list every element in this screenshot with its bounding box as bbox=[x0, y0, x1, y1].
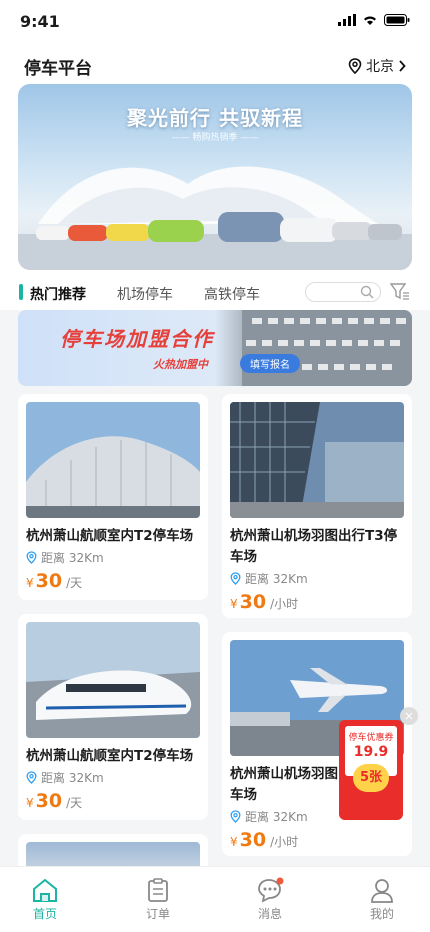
parking-photo bbox=[26, 402, 200, 518]
banner-cars-image bbox=[18, 166, 412, 270]
city-selector[interactable]: 北京 bbox=[348, 56, 406, 76]
user-icon bbox=[371, 879, 393, 903]
parking-price: ¥30/小时 bbox=[230, 591, 299, 613]
tab-home[interactable]: 首页 bbox=[15, 877, 75, 922]
parking-name: 杭州萧山航顺室内T2停车场 bbox=[26, 528, 194, 544]
tab-orders[interactable]: 订单 bbox=[128, 877, 188, 922]
chevron-right-icon bbox=[399, 60, 406, 72]
parking-price: ¥30/天 bbox=[26, 570, 83, 592]
status-time: 9:41 bbox=[20, 12, 60, 31]
coupon-count-badge: 5张 bbox=[353, 764, 389, 792]
signal-icon bbox=[338, 14, 356, 26]
message-icon bbox=[258, 877, 284, 903]
app-header: 停车平台 北京 bbox=[0, 44, 430, 86]
search-icon bbox=[360, 285, 374, 299]
coupon-amount: 19.9 bbox=[353, 744, 389, 760]
hero-banner[interactable]: 聚光前行 共驭新程 —— 畅购热销季 —— bbox=[18, 84, 412, 270]
parking-distance: 距离 32Km bbox=[26, 549, 200, 566]
search-input[interactable] bbox=[305, 282, 381, 302]
parking-name: 杭州萧山航顺室内T2停车场 bbox=[26, 748, 194, 764]
coupon-title: 停车优惠券 bbox=[348, 733, 394, 743]
parking-name: 杭州萧山机场羽图出行T3停车场 bbox=[230, 528, 398, 565]
status-bar: 9:41 bbox=[0, 0, 430, 44]
franchise-promo-banner[interactable]: 停车场加盟合作 火热加盟中 填写报名 bbox=[18, 310, 412, 386]
signup-button[interactable]: 填写报名 bbox=[240, 354, 300, 373]
parking-photo bbox=[230, 402, 404, 518]
parking-distance: 距离 32Km bbox=[26, 769, 200, 786]
tab-airport[interactable]: 机场停车 bbox=[117, 284, 173, 304]
parking-card[interactable]: 杭州萧山航顺室内T2停车场 距离 32Km ¥30/天 bbox=[18, 394, 208, 600]
active-tab-indicator bbox=[19, 284, 23, 300]
location-pin-icon bbox=[348, 58, 362, 74]
tab-railway[interactable]: 高铁停车 bbox=[204, 284, 260, 304]
tab-profile[interactable]: 我的 bbox=[352, 877, 412, 922]
wifi-icon bbox=[364, 16, 376, 25]
parking-lot-image bbox=[242, 310, 412, 386]
tab-messages[interactable]: 消息 bbox=[240, 877, 300, 922]
filter-icon[interactable] bbox=[390, 283, 410, 301]
parking-photo bbox=[26, 622, 200, 738]
battery-icon bbox=[384, 14, 410, 26]
promo-tag: 火热加盟中 bbox=[153, 358, 208, 371]
location-pin-icon bbox=[230, 572, 241, 585]
parking-distance: 距离 32Km bbox=[230, 570, 404, 587]
coupon-float[interactable]: 停车优惠券 19.9 5张 bbox=[339, 720, 403, 820]
parking-price: ¥30/小时 bbox=[230, 829, 299, 851]
location-pin-icon bbox=[26, 771, 37, 784]
home-icon bbox=[33, 878, 57, 902]
parking-card[interactable]: 杭州萧山机场羽图出行T3停车场 距离 32Km ¥30/小时 bbox=[222, 394, 412, 618]
city-label: 北京 bbox=[366, 59, 394, 75]
category-tabs: 热门推荐 机场停车 高铁停车 bbox=[0, 276, 430, 310]
parking-price: ¥30/天 bbox=[26, 790, 83, 812]
close-icon[interactable]: × bbox=[400, 707, 418, 725]
promo-title: 停车场加盟合作 bbox=[60, 327, 214, 351]
location-pin-icon bbox=[26, 551, 37, 564]
location-pin-icon bbox=[230, 810, 241, 823]
page-title: 停车平台 bbox=[24, 59, 92, 79]
tab-hot[interactable]: 热门推荐 bbox=[30, 284, 86, 304]
order-icon bbox=[148, 878, 168, 902]
parking-card[interactable]: 杭州萧山航顺室内T2停车场 距离 32Km ¥30/天 bbox=[18, 614, 208, 820]
bottom-tab-bar: 首页 订单 消息 我的 bbox=[0, 866, 430, 932]
status-icons bbox=[338, 14, 410, 26]
